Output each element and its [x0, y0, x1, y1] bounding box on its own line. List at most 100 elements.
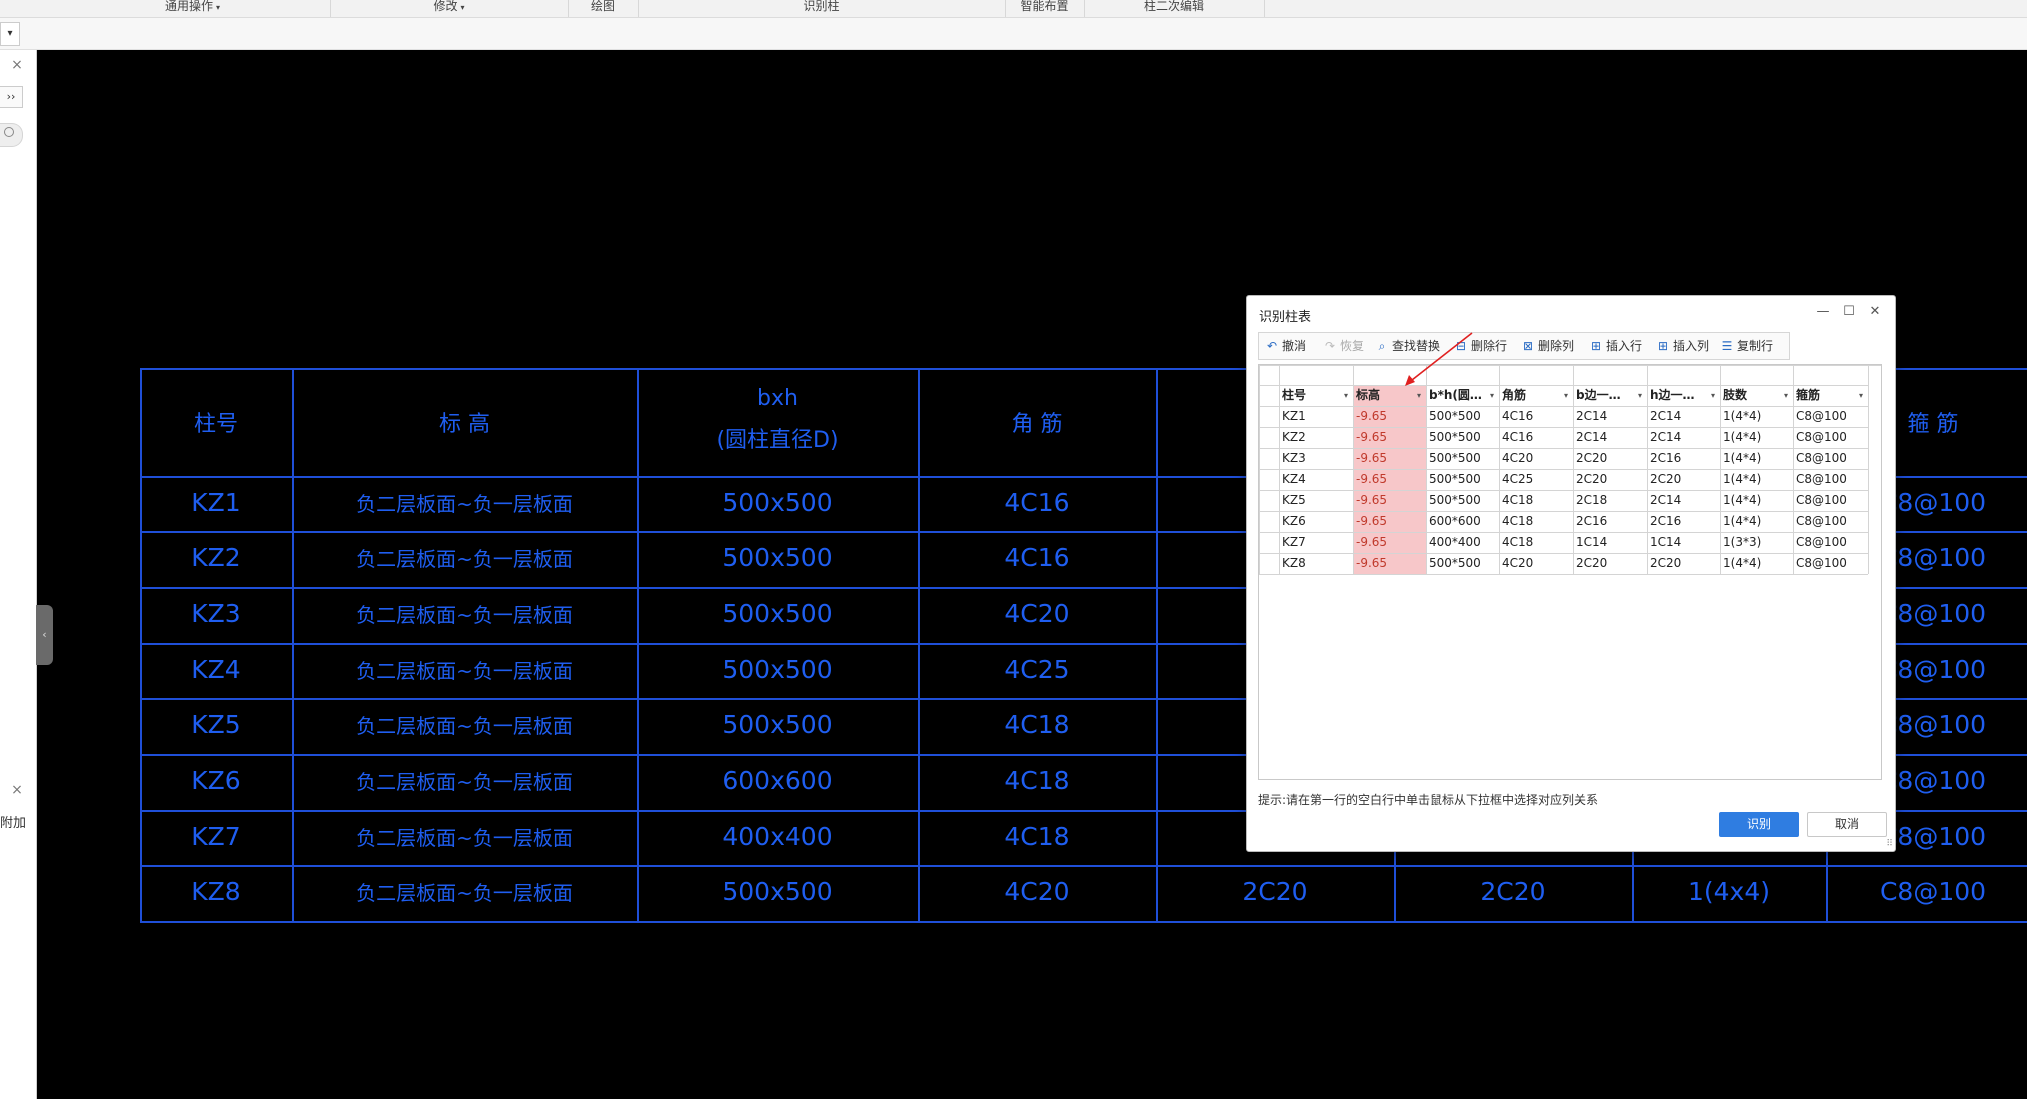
- grid-cell[interactable]: KZ1: [1279, 406, 1352, 427]
- chevron-down-icon[interactable]: ▾: [0, 22, 20, 46]
- grid-cell[interactable]: 500*500: [1426, 427, 1498, 448]
- grid-cell[interactable]: C8@100: [1793, 427, 1867, 448]
- grid-cell[interactable]: 4C16: [1499, 427, 1572, 448]
- grid-cell[interactable]: -9.65: [1353, 448, 1425, 469]
- grid-cell[interactable]: -9.65: [1353, 532, 1425, 553]
- column-header-select[interactable]: 柱号: [1279, 385, 1344, 406]
- grid-cell[interactable]: -9.65: [1353, 406, 1425, 427]
- grid-cell[interactable]: 4C16: [1499, 406, 1572, 427]
- grid-cell[interactable]: 2C14: [1573, 406, 1646, 427]
- column-header-select[interactable]: 箍筋: [1793, 385, 1859, 406]
- grid-cell[interactable]: KZ6: [1279, 511, 1352, 532]
- grid-cell[interactable]: 1C14: [1647, 532, 1719, 553]
- grid-cell[interactable]: 2C16: [1647, 448, 1719, 469]
- close-icon[interactable]: ×: [10, 58, 24, 72]
- grid-cell[interactable]: 4C18: [1499, 532, 1572, 553]
- grid-cell[interactable]: -9.65: [1353, 553, 1425, 574]
- grid-cell[interactable]: 2C20: [1647, 553, 1719, 574]
- toolbar-button[interactable]: ↷ 恢复: [1323, 333, 1364, 359]
- grid-cell[interactable]: 2C14: [1647, 427, 1719, 448]
- chevron-down-icon[interactable]: ▾: [1417, 391, 1421, 400]
- grid-cell[interactable]: 1(4*4): [1720, 406, 1792, 427]
- grid-cell[interactable]: 4C18: [1499, 490, 1572, 511]
- column-header-select[interactable]: 肢数: [1720, 385, 1784, 406]
- column-header-select[interactable]: b*h(圆…: [1426, 385, 1490, 406]
- grid-cell[interactable]: 500*500: [1426, 406, 1498, 427]
- grid-cell[interactable]: KZ5: [1279, 490, 1352, 511]
- grid-cell[interactable]: -9.65: [1353, 469, 1425, 490]
- grid-cell[interactable]: 4C20: [1499, 448, 1572, 469]
- ribbon-group-label[interactable]: 绘图: [568, 0, 639, 17]
- chevron-down-icon[interactable]: ▾: [1859, 391, 1863, 400]
- grid-cell[interactable]: 1(4*4): [1720, 469, 1792, 490]
- resize-grip-icon[interactable]: ⠿: [1886, 839, 1893, 849]
- chevron-down-icon[interactable]: ▾: [1784, 391, 1788, 400]
- grid-cell[interactable]: C8@100: [1793, 469, 1867, 490]
- grid-cell[interactable]: C8@100: [1793, 448, 1867, 469]
- grid-cell[interactable]: 2C14: [1647, 490, 1719, 511]
- grid-cell[interactable]: 1(4*4): [1720, 511, 1792, 532]
- grid-cell[interactable]: KZ4: [1279, 469, 1352, 490]
- ribbon-group-label[interactable]: 柱二次编辑: [1084, 0, 1265, 17]
- grid-cell[interactable]: 2C16: [1647, 511, 1719, 532]
- grid-cell[interactable]: KZ2: [1279, 427, 1352, 448]
- toolbar-button[interactable]: ⊠ 删除列: [1521, 333, 1574, 359]
- toolbar-button[interactable]: ⊞ 插入行: [1589, 333, 1642, 359]
- grid-cell[interactable]: C8@100: [1793, 511, 1867, 532]
- grid-cell[interactable]: -9.65: [1353, 511, 1425, 532]
- ribbon-group-label[interactable]: 识别柱: [638, 0, 1006, 17]
- close-icon[interactable]: ✕: [1865, 302, 1885, 322]
- toolbar-button[interactable]: ⊞ 插入列: [1656, 333, 1709, 359]
- grid-cell[interactable]: 600*600: [1426, 511, 1498, 532]
- column-header-select[interactable]: b边一…: [1573, 385, 1638, 406]
- grid-cell[interactable]: 400*400: [1426, 532, 1498, 553]
- search-icon[interactable]: [0, 123, 23, 147]
- grid-cell[interactable]: 4C20: [1499, 553, 1572, 574]
- ribbon-group-label[interactable]: 智能布置: [1005, 0, 1085, 17]
- grid-cell[interactable]: 2C14: [1573, 427, 1646, 448]
- chevron-down-icon[interactable]: ▾: [1344, 391, 1348, 400]
- grid-cell[interactable]: -9.65: [1353, 490, 1425, 511]
- grid-cell[interactable]: 1(4*4): [1720, 427, 1792, 448]
- grid-cell[interactable]: KZ3: [1279, 448, 1352, 469]
- grid-cell[interactable]: 500*500: [1426, 553, 1498, 574]
- toolbar-button[interactable]: ⌕ 查找替换: [1375, 333, 1440, 359]
- grid-cell[interactable]: KZ7: [1279, 532, 1352, 553]
- toolbar-button[interactable]: ↶ 撤消: [1265, 333, 1306, 359]
- grid-cell[interactable]: 1C14: [1573, 532, 1646, 553]
- maximize-icon[interactable]: ☐: [1839, 302, 1859, 322]
- minimize-icon[interactable]: —: [1813, 302, 1833, 322]
- column-table-grid[interactable]: 柱号 ▾ 标高 ▾ b*h(圆… ▾ 角筋 ▾ b边一… ▾ h边一… ▾ 肢数 ▾ 箍筋 ▾ KZ1 -9.65…: [1258, 364, 1882, 780]
- grid-cell[interactable]: 2C20: [1647, 469, 1719, 490]
- column-header-select[interactable]: 角筋: [1499, 385, 1564, 406]
- expand-button[interactable]: ››: [0, 86, 23, 108]
- column-header-select[interactable]: h边一…: [1647, 385, 1711, 406]
- grid-cell[interactable]: C8@100: [1793, 532, 1867, 553]
- chevron-down-icon[interactable]: ▾: [1638, 391, 1642, 400]
- cancel-button[interactable]: 取消: [1807, 812, 1887, 837]
- grid-cell[interactable]: C8@100: [1793, 406, 1867, 427]
- grid-cell[interactable]: 500*500: [1426, 469, 1498, 490]
- grid-cell[interactable]: 2C18: [1573, 490, 1646, 511]
- chevron-down-icon[interactable]: ▾: [1711, 391, 1715, 400]
- grid-cell[interactable]: 2C14: [1647, 406, 1719, 427]
- toolbar-button[interactable]: ☰ 复制行: [1720, 333, 1773, 359]
- close-icon[interactable]: ×: [10, 783, 24, 797]
- grid-cell[interactable]: KZ8: [1279, 553, 1352, 574]
- column-header-select[interactable]: 标高: [1353, 385, 1417, 406]
- grid-cell[interactable]: 500*500: [1426, 448, 1498, 469]
- toolbar-button[interactable]: ⊟ 删除行: [1454, 333, 1507, 359]
- grid-cell[interactable]: 2C20: [1573, 469, 1646, 490]
- grid-cell[interactable]: 2C16: [1573, 511, 1646, 532]
- grid-cell[interactable]: 500*500: [1426, 490, 1498, 511]
- identify-button[interactable]: 识别: [1719, 812, 1799, 837]
- grid-cell[interactable]: 2C20: [1573, 553, 1646, 574]
- grid-cell[interactable]: 1(4*4): [1720, 490, 1792, 511]
- grid-cell[interactable]: 1(4*4): [1720, 553, 1792, 574]
- grid-cell[interactable]: 2C20: [1573, 448, 1646, 469]
- grid-cell[interactable]: 4C18: [1499, 511, 1572, 532]
- chevron-down-icon[interactable]: ▾: [1490, 391, 1494, 400]
- grid-cell[interactable]: C8@100: [1793, 490, 1867, 511]
- grid-cell[interactable]: 4C25: [1499, 469, 1572, 490]
- chevron-down-icon[interactable]: ▾: [1564, 391, 1568, 400]
